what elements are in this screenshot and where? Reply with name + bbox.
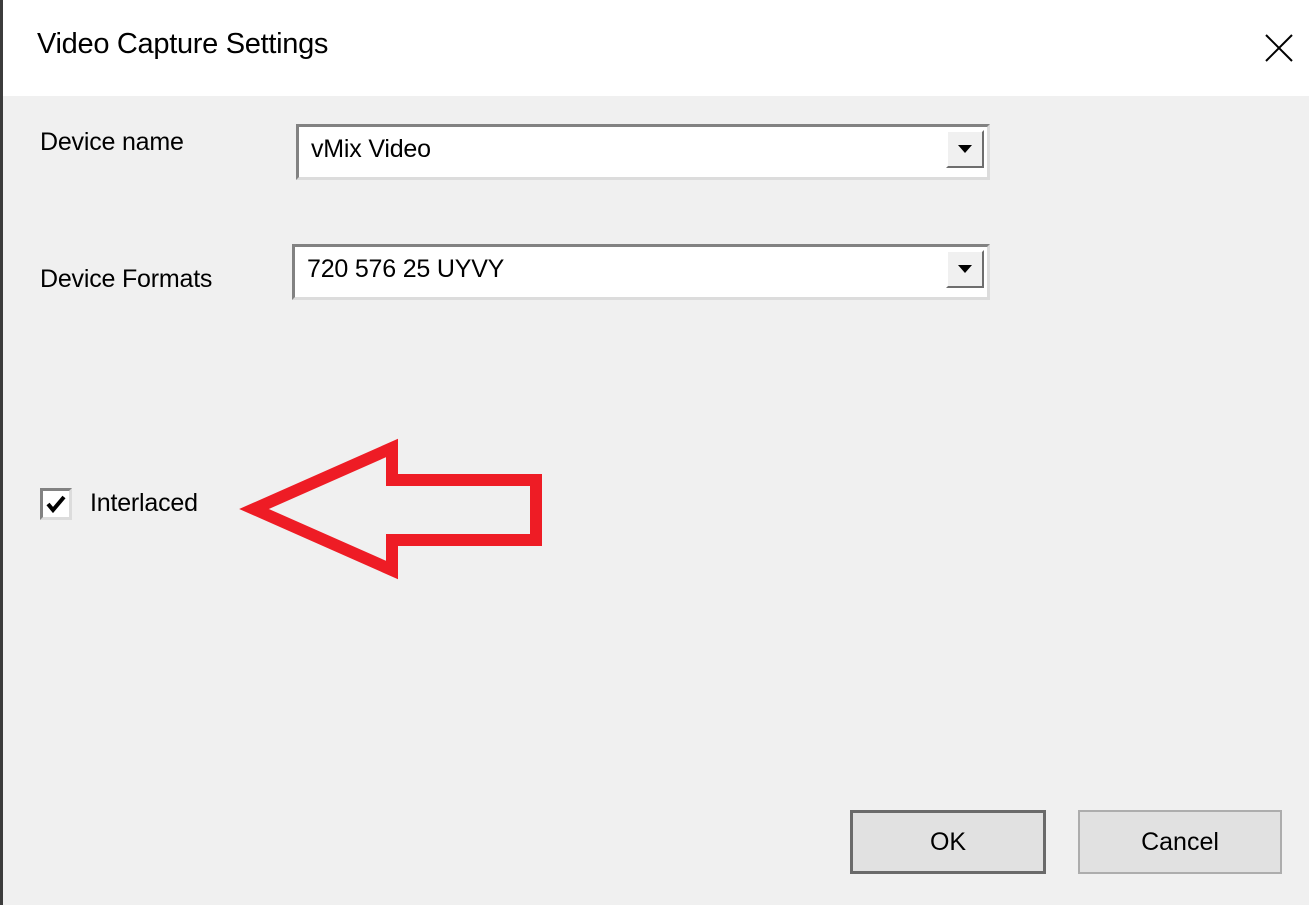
device-formats-dropdown[interactable]: 720 576 25 UYVY	[292, 244, 990, 300]
interlaced-label[interactable]: Interlaced	[90, 489, 198, 518]
device-formats-label: Device Formats	[40, 265, 213, 293]
chevron-down-icon	[958, 265, 972, 273]
window-border	[0, 0, 3, 905]
ok-button-label: OK	[929, 827, 967, 856]
device-formats-dropdown-button[interactable]	[946, 250, 984, 288]
title-bar: Video Capture Settings	[3, 0, 1309, 96]
cancel-button-label: Cancel	[1141, 827, 1219, 856]
ok-button[interactable]: OK	[850, 810, 1046, 874]
cancel-button[interactable]: Cancel	[1078, 810, 1282, 874]
close-icon	[1265, 34, 1293, 62]
video-capture-settings-dialog: Video Capture Settings Device name vMix …	[0, 0, 1309, 905]
checkmark-icon	[46, 495, 66, 513]
dialog-title: Video Capture Settings	[37, 28, 329, 60]
interlaced-checkbox[interactable]	[40, 488, 72, 520]
device-name-dropdown-button[interactable]	[946, 130, 984, 168]
chevron-down-icon	[958, 145, 972, 153]
device-name-value: vMix Video	[311, 135, 431, 163]
device-name-label: Device name	[40, 128, 184, 156]
device-formats-value: 720 576 25 UYVY	[307, 255, 505, 283]
close-button[interactable]	[1249, 18, 1309, 78]
red-left-arrow-icon	[239, 438, 542, 580]
device-name-dropdown[interactable]: vMix Video	[296, 124, 990, 180]
